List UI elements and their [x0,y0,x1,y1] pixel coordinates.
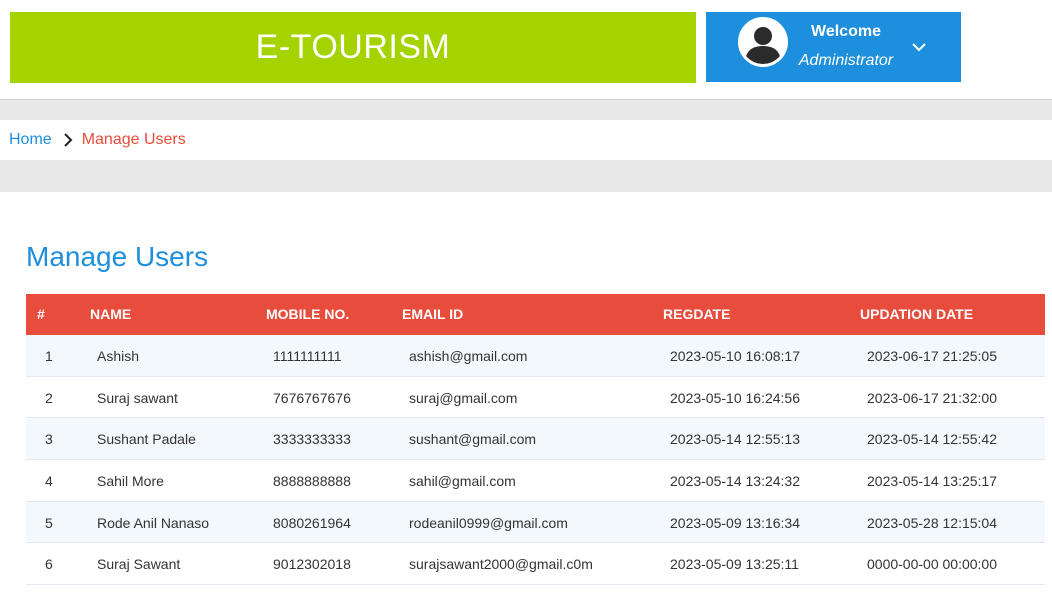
chevron-right-icon [63,133,73,147]
table-row: 6 Suraj Sawant 9012302018 surajsawant200… [26,543,1045,586]
cell-number: 5 [45,514,53,531]
cell-mobile: 8888888888 [273,473,351,490]
cell-email: rodeanil0999@gmail.com [409,514,568,531]
cell-regdate: 2023-05-10 16:24:56 [670,389,800,406]
table-body: 1 Ashish 1111111111 ashish@gmail.com 202… [26,335,1045,586]
cell-regdate: 2023-05-14 13:24:32 [670,473,800,490]
users-table: # NAME MOBILE NO. EMAIL ID REGDATE UPDAT… [26,294,1045,586]
cell-name: Sushant Padale [97,431,196,448]
cell-number: 1 [45,348,53,364]
cell-email: sushant@gmail.com [409,431,537,448]
page-title: Manage Users [26,241,209,272]
welcome-label: Welcome [811,23,881,40]
breadcrumb-current: Manage Users [81,131,186,148]
cell-name: Rode Anil Nanaso [97,514,210,531]
breadcrumb: Home Manage Users [9,120,186,160]
cell-updation-date: 2023-05-28 12:15:04 [867,514,997,531]
cell-regdate: 2023-05-09 13:25:11 [670,556,799,573]
top-divider-band [0,99,1052,120]
breadcrumb-home-link[interactable]: Home [9,131,52,149]
cell-updation-date: 2023-06-17 21:32:00 [867,389,997,406]
cell-number: 2 [45,389,53,406]
cell-email: surajsawant2000@gmail.c0m [409,556,593,573]
column-header-regdate: REGDATE [663,306,731,322]
table-row: 4 Sahil More 8888888888 sahil@gmail.com … [26,460,1045,502]
cell-number: 6 [45,556,53,573]
column-header-updation-date: UPDATION DATE [860,306,974,322]
user-avatar-icon [738,17,788,67]
cell-updation-date: 0000-00-00 00:00:00 [867,556,997,573]
table-row: 5 Rode Anil Nanaso 8080261964 rodeanil09… [26,501,1045,544]
bottom-divider-band [0,160,1052,192]
cell-mobile: 8080261964 [273,514,351,531]
cell-updation-date: 2023-06-17 21:25:05 [867,348,997,364]
cell-mobile: 3333333333 [273,431,351,448]
user-role: Administrator [798,52,894,69]
cell-mobile: 9012302018 [273,556,351,573]
user-menu[interactable]: Welcome Administrator [706,12,961,82]
cell-number: 4 [45,473,53,490]
cell-name: Suraj Sawant [97,556,181,573]
cell-updation-date: 2023-05-14 12:55:42 [867,431,997,448]
cell-name: Ashish [97,348,140,364]
cell-email: sahil@gmail.com [409,473,516,490]
column-header-name: NAME [90,306,132,322]
column-header-number: # [37,306,45,322]
cell-regdate: 2023-05-10 16:08:17 [670,348,800,364]
column-header-mobile: MOBILE NO. [266,306,350,322]
cell-name: Suraj sawant [97,389,178,406]
chevron-down-icon[interactable] [910,38,928,56]
cell-number: 3 [45,431,53,448]
table-row: 2 Suraj sawant 7676767676 suraj@gmail.co… [26,376,1045,419]
cell-mobile: 7676767676 [273,389,351,406]
cell-name: Sahil More [97,473,164,490]
table-row: 1 Ashish 1111111111 ashish@gmail.com 202… [26,335,1045,377]
column-header-email: EMAIL ID [402,306,464,322]
site-brand: E-TOURISM [10,12,696,83]
table-header: # NAME MOBILE NO. EMAIL ID REGDATE UPDAT… [26,294,1045,335]
cell-email: ashish@gmail.com [409,348,528,364]
cell-email: suraj@gmail.com [409,389,518,406]
cell-mobile: 1111111111 [273,348,342,364]
cell-regdate: 2023-05-09 13:16:34 [670,514,800,531]
table-row: 3 Sushant Padale 3333333333 sushant@gmai… [26,418,1045,461]
cell-updation-date: 2023-05-14 13:25:17 [867,473,997,490]
cell-regdate: 2023-05-14 12:55:13 [670,431,800,448]
